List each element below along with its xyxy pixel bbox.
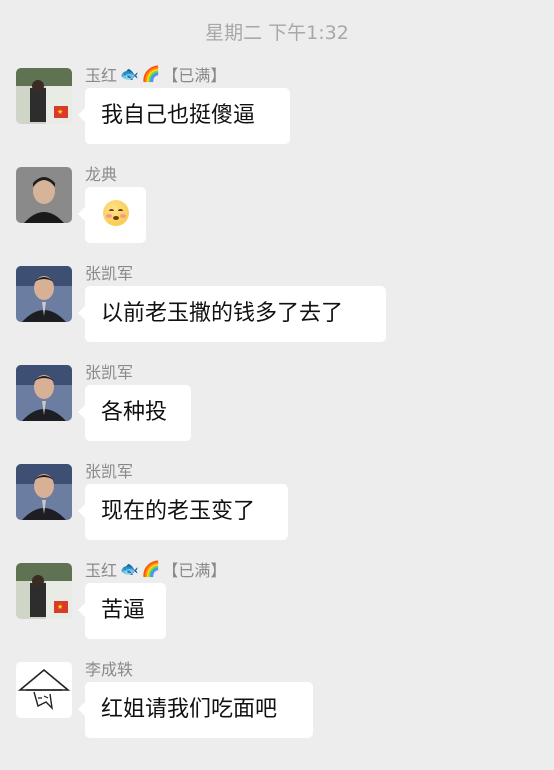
message-bubble[interactable]: 我自己也挺傻逼 xyxy=(78,88,290,144)
sender-name-text: 龙典 xyxy=(85,165,118,184)
message-bubble[interactable] xyxy=(78,187,146,243)
message-row: 龙典 xyxy=(0,161,554,251)
message-row: 李成轶 红姐请我们吃面吧 xyxy=(0,656,554,746)
sender-tag: 【已满】 xyxy=(162,66,227,85)
sender-name: 张凯军 xyxy=(85,260,133,284)
avatar[interactable] xyxy=(16,662,72,718)
avatar[interactable] xyxy=(16,266,72,322)
sender-name: 玉红 🐟 🌈 【已满】 xyxy=(85,557,226,581)
avatar[interactable]: ★ xyxy=(16,68,72,124)
message-bubble[interactable]: 现在的老玉变了 xyxy=(78,484,288,540)
message-bubble[interactable]: 苦逼 xyxy=(78,583,166,639)
message-row: 张凯军 各种投 xyxy=(0,359,554,449)
rainbow-icon: 🌈 xyxy=(141,65,161,83)
sender-name-text: 李成轶 xyxy=(85,660,134,679)
sender-name-text: 张凯军 xyxy=(85,363,134,382)
sender-name-text: 玉红 xyxy=(85,66,118,85)
sender-name: 李成轶 xyxy=(85,656,133,680)
sender-name-text: 张凯军 xyxy=(85,264,134,283)
sender-name-text: 玉红 xyxy=(85,561,118,580)
message-bubble[interactable]: 以前老玉撒的钱多了去了 xyxy=(78,286,386,342)
avatar[interactable] xyxy=(16,365,72,421)
avatar[interactable] xyxy=(16,464,72,520)
sender-name-text: 张凯军 xyxy=(85,462,134,481)
svg-text:★: ★ xyxy=(57,108,63,116)
message-row: 张凯军 现在的老玉变了 xyxy=(0,458,554,548)
chat-timestamp: 星期二 下午1:32 xyxy=(205,22,349,44)
fish-icon: 🐟 xyxy=(120,560,139,578)
fish-icon: 🐟 xyxy=(120,65,139,83)
avatar[interactable] xyxy=(16,167,72,223)
smiling-face-emoji-icon xyxy=(102,200,129,226)
message-row: 张凯军 以前老玉撒的钱多了去了 xyxy=(0,260,554,350)
svg-text:★: ★ xyxy=(57,603,63,611)
message-row: ★ 玉红 🐟 🌈 【已满】 我自己也挺傻逼 xyxy=(0,62,554,152)
message-row: ★ 玉红 🐟 🌈 【已满】 苦逼 xyxy=(0,557,554,647)
avatar[interactable]: ★ xyxy=(16,563,72,619)
sender-name: 龙典 xyxy=(85,161,117,185)
sender-tag: 【已满】 xyxy=(162,561,227,580)
sender-name: 玉红 🐟 🌈 【已满】 xyxy=(85,62,226,86)
message-bubble[interactable]: 各种投 xyxy=(78,385,191,441)
message-bubble[interactable]: 红姐请我们吃面吧 xyxy=(78,682,313,738)
sender-name: 张凯军 xyxy=(85,458,133,482)
rainbow-icon: 🌈 xyxy=(141,560,161,578)
sender-name: 张凯军 xyxy=(85,359,133,383)
